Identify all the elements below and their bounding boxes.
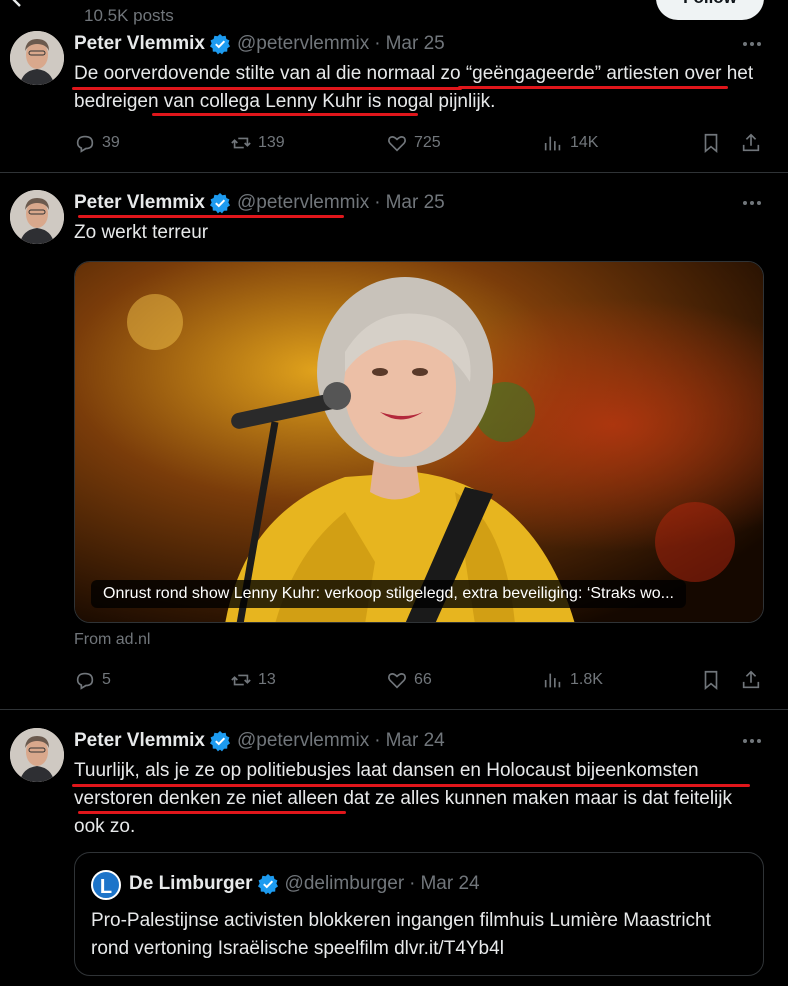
- views-icon: [544, 136, 561, 151]
- avatar[interactable]: [10, 728, 64, 782]
- tweet-actions: 39 139 725 14K: [74, 130, 764, 156]
- link-card-title[interactable]: Onrust rond show Lenny Kuhr: verkoop sti…: [91, 580, 686, 608]
- repost-icon: [231, 674, 251, 686]
- reply-button[interactable]: 5: [74, 667, 111, 693]
- annotation-underline: [78, 811, 346, 814]
- author-name[interactable]: Peter Vlemmix: [74, 192, 205, 214]
- more-icon[interactable]: [740, 34, 764, 54]
- like-button[interactable]: 66: [386, 667, 432, 693]
- avatar[interactable]: [10, 190, 64, 244]
- quoted-author-handle[interactable]: @delimburger: [285, 873, 405, 895]
- views-count: 1.8K: [570, 671, 603, 688]
- repost-button[interactable]: 139: [230, 130, 285, 156]
- share-button[interactable]: [740, 130, 762, 156]
- views-button[interactable]: 14K: [542, 130, 598, 156]
- reply-button[interactable]: 39: [74, 130, 120, 156]
- share-button[interactable]: [740, 667, 762, 693]
- author-handle[interactable]: @petervlemmix: [237, 730, 369, 752]
- share-icon: [742, 133, 760, 152]
- tweet[interactable]: Peter Vlemmix @petervlemmix · Mar 24 Tuu…: [0, 710, 788, 986]
- quoted-avatar[interactable]: L: [91, 870, 121, 900]
- share-icon: [742, 670, 760, 689]
- tweet-text: Tuurlijk, als je ze op politiebusjes laa…: [74, 760, 732, 837]
- tweet-date[interactable]: Mar 25: [386, 33, 445, 55]
- tweet-actions: 5 13 66 1.8K: [74, 667, 764, 693]
- author-handle[interactable]: @petervlemmix: [237, 33, 369, 55]
- author-name[interactable]: Peter Vlemmix: [74, 730, 205, 752]
- annotation-underline: [458, 86, 728, 89]
- tweet-header: Peter Vlemmix @petervlemmix · Mar 25: [74, 31, 445, 57]
- verified-badge-icon: [209, 192, 231, 214]
- views-count: 14K: [570, 134, 599, 151]
- annotation-underline: [72, 87, 462, 90]
- verified-badge-icon: [209, 730, 231, 752]
- bookmark-button[interactable]: [700, 130, 722, 156]
- reply-icon: [76, 672, 94, 690]
- tweet-header: Peter Vlemmix @petervlemmix · Mar 25: [74, 190, 445, 216]
- tweet-date[interactable]: Mar 25: [386, 192, 445, 214]
- concert-photo: [75, 262, 763, 622]
- verified-badge-icon: [257, 873, 279, 895]
- separator-dot: ·: [374, 33, 381, 54]
- repost-count: 13: [258, 671, 276, 688]
- annotation-underline: [78, 215, 344, 218]
- tweet-header: Peter Vlemmix @petervlemmix · Mar 24: [74, 728, 445, 754]
- quoted-text: Pro-Palestijnse activisten blokkeren ing…: [91, 910, 711, 959]
- bookmark-icon: [704, 133, 718, 154]
- tweet-date[interactable]: Mar 24: [386, 730, 445, 752]
- tweet[interactable]: Peter Vlemmix @petervlemmix · Mar 25 De …: [0, 0, 788, 173]
- like-button[interactable]: 725: [386, 130, 441, 156]
- quoted-author-name[interactable]: De Limburger: [129, 873, 253, 895]
- quoted-header: De Limburger @delimburger · Mar 24: [129, 873, 480, 895]
- like-count: 66: [414, 671, 432, 688]
- quoted-date[interactable]: Mar 24: [420, 873, 479, 895]
- tweet-text: Zo werkt terreur: [74, 222, 209, 243]
- separator-dot: ·: [409, 873, 416, 894]
- separator-dot: ·: [374, 730, 381, 751]
- like-icon: [388, 136, 406, 152]
- tweet[interactable]: Peter Vlemmix @petervlemmix · Mar 25 Zo …: [0, 173, 788, 710]
- reply-count: 5: [102, 671, 111, 688]
- link-card-image[interactable]: Onrust rond show Lenny Kuhr: verkoop sti…: [74, 261, 764, 623]
- quoted-tweet[interactable]: L De Limburger @delimburger · Mar 24 Pro…: [74, 852, 764, 976]
- more-icon[interactable]: [740, 731, 764, 751]
- bookmark-button[interactable]: [700, 667, 722, 693]
- like-icon: [388, 673, 406, 689]
- views-icon: [544, 673, 561, 688]
- avatar[interactable]: [10, 31, 64, 85]
- author-handle[interactable]: @petervlemmix: [237, 192, 369, 214]
- more-icon[interactable]: [740, 193, 764, 213]
- repost-button[interactable]: 13: [230, 667, 276, 693]
- link-source[interactable]: From ad.nl: [74, 631, 150, 649]
- annotation-underline: [72, 784, 750, 787]
- author-name[interactable]: Peter Vlemmix: [74, 33, 205, 55]
- verified-badge-icon: [209, 33, 231, 55]
- reply-icon: [76, 135, 94, 153]
- views-button[interactable]: 1.8K: [542, 667, 603, 693]
- repost-count: 139: [258, 134, 285, 151]
- annotation-underline: [152, 113, 418, 116]
- repost-icon: [231, 137, 251, 149]
- separator-dot: ·: [374, 192, 381, 213]
- reply-count: 39: [102, 134, 120, 151]
- like-count: 725: [414, 134, 441, 151]
- bookmark-icon: [704, 670, 718, 691]
